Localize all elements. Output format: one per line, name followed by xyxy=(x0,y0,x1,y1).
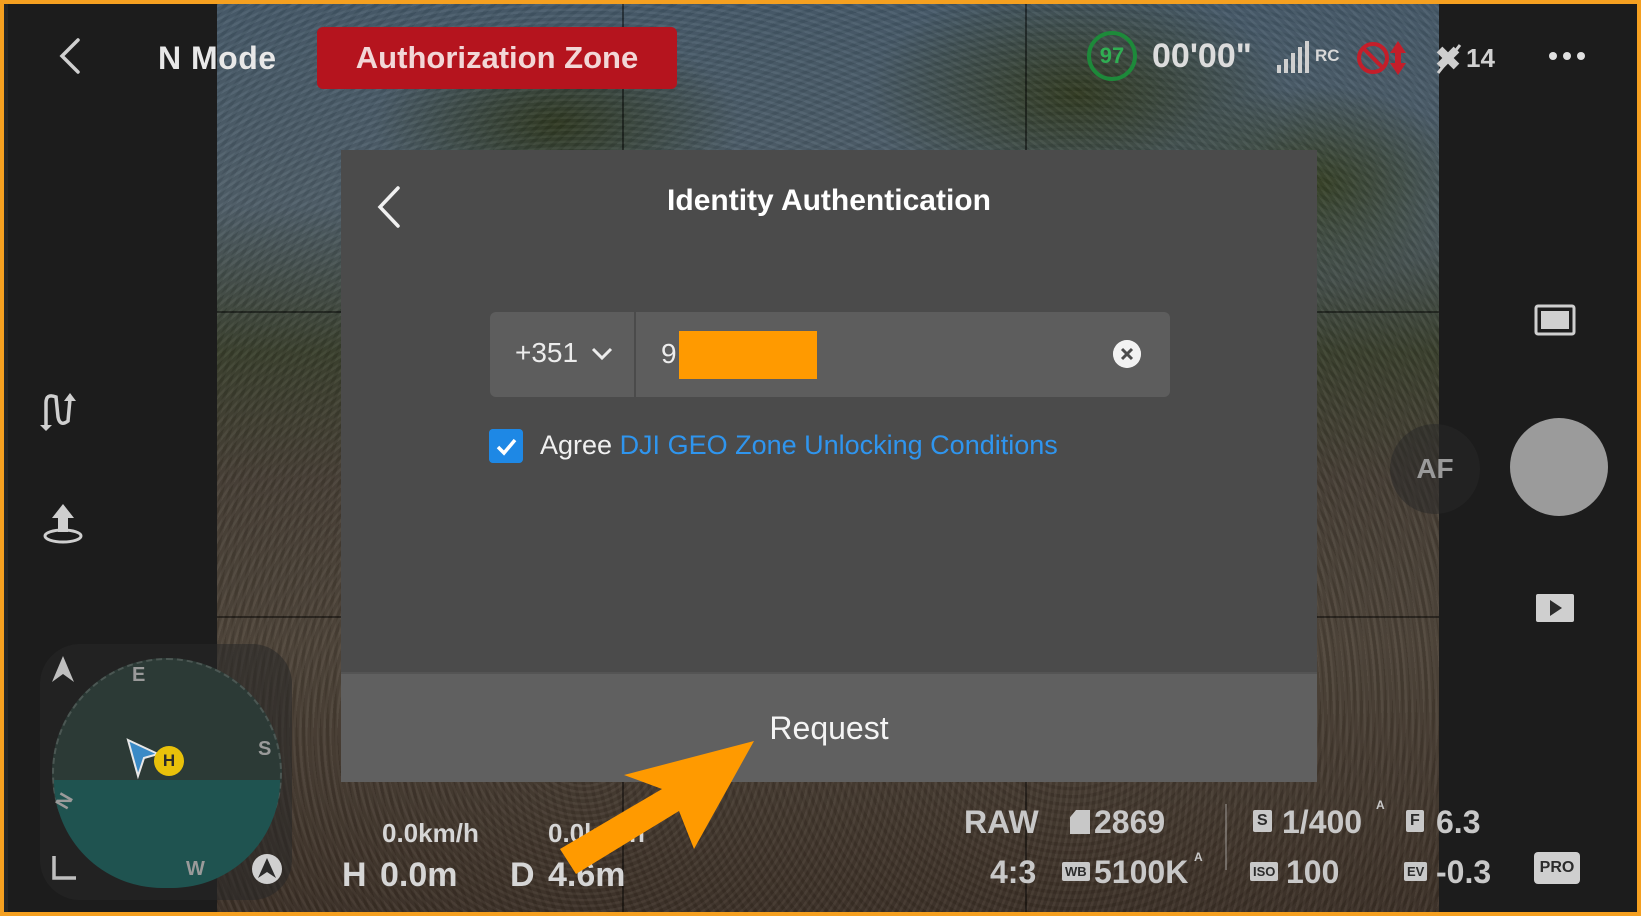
home-point-marker: H xyxy=(154,746,184,776)
more-options-icon[interactable] xyxy=(1547,48,1587,64)
photo-format[interactable]: RAW xyxy=(964,804,1039,841)
redaction-box xyxy=(679,331,817,379)
back-arrow-icon[interactable] xyxy=(54,36,90,76)
shutter-speed[interactable]: 1/400 xyxy=(1282,804,1362,841)
divider xyxy=(1225,804,1227,870)
height-value: 0.0m xyxy=(380,856,458,894)
shutter-auto-mark: A xyxy=(1376,798,1385,812)
photo-mode-icon[interactable] xyxy=(1534,304,1576,336)
ev-badge: EV xyxy=(1404,862,1428,881)
map-size-icon[interactable] xyxy=(50,854,78,882)
obstacle-sensing-icon[interactable] xyxy=(1356,39,1412,77)
dialog-title: Identity Authentication xyxy=(667,184,991,217)
country-code-select[interactable]: +351 xyxy=(490,312,636,397)
map-orientation-icon[interactable] xyxy=(250,852,284,886)
agree-checkbox[interactable] xyxy=(489,429,523,463)
wb-badge: WB xyxy=(1062,862,1090,881)
geo-zone-conditions-link[interactable]: DJI GEO Zone Unlocking Conditions xyxy=(620,430,1058,460)
white-balance[interactable]: 5100K xyxy=(1094,854,1188,891)
battery-indicator[interactable]: 97 xyxy=(1087,31,1137,81)
compass-east-label: E xyxy=(132,664,146,686)
phone-number-input[interactable]: 9 xyxy=(661,338,677,370)
takeoff-icon[interactable] xyxy=(40,500,86,546)
playback-icon[interactable] xyxy=(1534,592,1576,624)
top-bar: N Mode Authorization Zone 97 00'00" RC 1… xyxy=(4,4,1637,114)
height-label: H xyxy=(342,856,367,894)
exposure-value[interactable]: -0.3 xyxy=(1436,854,1491,891)
satellite-count: 14 xyxy=(1466,43,1495,73)
horizontal-speed: 0.0km/h xyxy=(382,818,479,848)
shutter-button[interactable] xyxy=(1510,418,1608,516)
compass-south-label: S xyxy=(258,738,272,760)
aspect-ratio[interactable]: 4:3 xyxy=(990,854,1036,891)
shutter-badge: S xyxy=(1253,810,1272,832)
aperture-badge: F xyxy=(1406,810,1424,832)
annotation-arrow xyxy=(560,741,754,874)
flight-timer: 00'00" xyxy=(1152,37,1252,75)
storage-remaining: 2869 xyxy=(1094,804,1166,840)
country-code-value: +351 xyxy=(515,337,579,368)
app-frame: N Mode Authorization Zone 97 00'00" RC 1… xyxy=(0,0,1641,916)
agree-text: Agree DJI GEO Zone Unlocking Conditions xyxy=(540,430,1058,461)
distance-label: D xyxy=(510,856,535,894)
iso-badge: ISO xyxy=(1250,862,1279,881)
af-button[interactable]: AF xyxy=(1390,424,1480,514)
wb-auto-mark: A xyxy=(1194,850,1203,864)
rc-label: RC xyxy=(1315,46,1340,65)
north-arrow-icon[interactable] xyxy=(50,654,76,684)
aperture-value[interactable]: 6.3 xyxy=(1436,804,1480,841)
request-button-label: Request xyxy=(769,710,889,746)
compass-west-label: W xyxy=(186,858,205,880)
flight-mode-label[interactable]: N Mode xyxy=(158,40,277,77)
agree-label: Agree xyxy=(540,430,620,460)
authorization-zone-badge[interactable]: Authorization Zone xyxy=(317,27,677,89)
pro-mode-button[interactable]: PRO xyxy=(1534,852,1580,884)
iso-value[interactable]: 100 xyxy=(1286,854,1339,891)
clear-input-icon[interactable] xyxy=(1113,340,1141,368)
chevron-down-icon xyxy=(591,347,613,361)
route-icon[interactable] xyxy=(38,387,84,433)
